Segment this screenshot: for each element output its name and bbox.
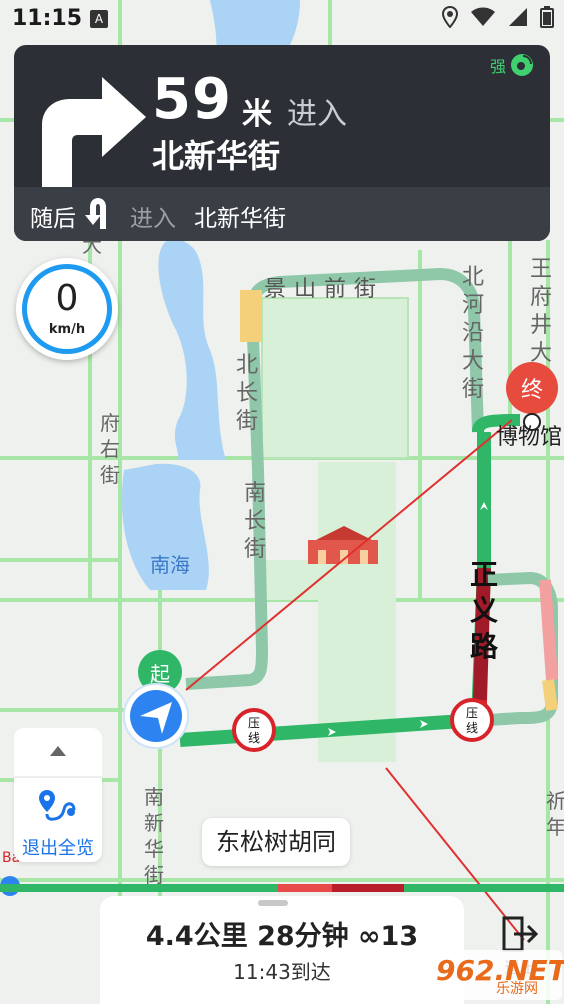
location-icon	[442, 6, 458, 28]
progress-segment-darkred	[332, 884, 404, 892]
progress-segment-red	[278, 884, 332, 892]
map-label-bowuguan: 博物馆	[496, 425, 562, 450]
watermark-logo: 962.NET 乐游网	[426, 950, 564, 1000]
route-progress-bar	[0, 881, 564, 893]
accessibility-a-icon: A	[90, 10, 108, 28]
svg-text:线: 线	[248, 731, 260, 745]
speed-value: 0	[55, 278, 79, 319]
status-time: 11:15	[12, 6, 83, 31]
arrival-time: 11:43到达	[233, 960, 331, 984]
then-guidance-row: 随后 进入 北新华街	[14, 187, 550, 241]
signal-icon	[509, 8, 527, 26]
current-road-label: 东松树胡同	[202, 818, 350, 866]
gps-strength-label: 强	[489, 57, 506, 76]
turn-action: 进入	[287, 97, 347, 132]
map-label-nanchang: 南长街	[244, 481, 266, 562]
battery-icon	[540, 6, 554, 28]
svg-text:压: 压	[466, 706, 478, 720]
gps-signal-icon	[511, 54, 533, 76]
then-road-name: 北新华街	[194, 206, 286, 232]
then-label: 随后	[30, 206, 76, 232]
exit-icon	[502, 916, 539, 952]
speed-unit: km/h	[48, 322, 86, 337]
map-label-nanhai: 南海	[150, 553, 190, 577]
current-location-icon	[123, 683, 189, 749]
turn-right-arrow-icon	[42, 77, 146, 189]
map-label-zhengyi: 正义路	[470, 558, 499, 663]
map-label-fuyou: 府右街	[100, 411, 120, 487]
expand-up-button[interactable]	[14, 728, 102, 776]
next-road-name: 北新华街	[152, 137, 281, 175]
watermark-sub: 乐游网	[496, 981, 538, 997]
trip-stats: 4.4公里 28分钟 ∞13	[145, 921, 419, 952]
exit-overview-label: 退出全览	[22, 838, 94, 859]
chevron-up-icon	[50, 746, 66, 756]
exit-overview-button[interactable]: 退出全览	[14, 778, 102, 862]
status-bar: 11:15 A	[0, 0, 564, 38]
speedometer: 0 km/h	[16, 258, 118, 360]
progress-segment-green-end	[404, 884, 564, 892]
u-turn-icon	[85, 198, 106, 229]
press-line-warning-icon: 压 线	[232, 708, 276, 752]
progress-segment-green	[0, 884, 278, 892]
status-icons	[442, 6, 554, 28]
turn-guidance-panel[interactable]: 59 米 进入 北新华街 强 随后 进入 北新华街	[14, 45, 550, 241]
gps-strength: 强	[490, 53, 534, 77]
map-label-beihe: 北河沿大街	[462, 265, 484, 402]
svg-text:终: 终	[521, 378, 543, 403]
route-overview-icon	[39, 790, 76, 821]
distance-unit: 米	[242, 97, 272, 132]
svg-text:线: 线	[466, 721, 478, 735]
press-line-warning-icon: 压 线	[450, 698, 494, 742]
trip-summary-panel[interactable]: 4.4公里 28分钟 ∞13 11:43到达	[100, 896, 464, 1004]
map-label-jingshan: 景山前街	[264, 277, 384, 302]
then-action: 进入	[130, 206, 176, 232]
wifi-icon	[471, 7, 495, 26]
svg-text:起: 起	[150, 662, 170, 686]
map-label-beichang: 北长街	[236, 353, 258, 434]
svg-text:压: 压	[248, 716, 260, 730]
turn-distance: 59	[152, 67, 232, 132]
drag-handle[interactable]	[258, 900, 288, 906]
